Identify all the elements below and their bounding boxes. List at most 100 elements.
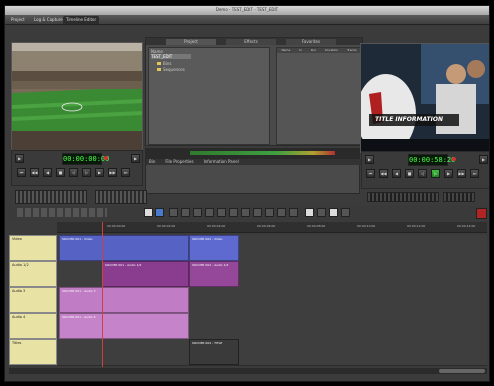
selection-tool-icon[interactable] [144, 208, 153, 217]
mark-in-tool-icon[interactable] [277, 208, 286, 217]
mark-out-tool-icon[interactable] [289, 208, 298, 217]
clip-label: SOCCER 002 - Audio 1/2 [192, 263, 229, 267]
track-patch-controls[interactable] [17, 208, 107, 217]
list-header: Name In Dur Duration Tracks [277, 48, 361, 53]
tab-browser-project[interactable]: Project [166, 39, 216, 45]
track-header-audio-12[interactable]: Audio 1/2 [9, 261, 57, 287]
play-reverse-button[interactable]: ◁ [418, 169, 427, 178]
step-forward-button[interactable]: ▶▶ [108, 168, 117, 177]
marker-tool-icon[interactable] [341, 208, 350, 217]
record-indicator [452, 157, 456, 161]
prev-frame-button[interactable]: ◀ [43, 168, 52, 177]
extract-tool-icon[interactable] [241, 208, 250, 217]
go-to-end-button[interactable]: ⏭ [470, 169, 479, 178]
insert-tool-icon[interactable] [265, 208, 274, 217]
go-to-end-button[interactable]: ⏭ [121, 168, 130, 177]
slide-tool-icon[interactable] [193, 208, 202, 217]
source-channel-indicators-2 [95, 190, 147, 204]
clip-video-2[interactable]: SOCCER 002 - Video [189, 235, 239, 261]
track-header-video[interactable]: Video [9, 235, 57, 261]
next-frame-button[interactable]: ▶ [444, 169, 453, 178]
column-name[interactable]: Name [281, 48, 290, 53]
browser-panel: Project Effects Favorites Name TEST_EDIT… [145, 37, 363, 146]
clip-title[interactable]: SOCCER 002 - TITLE [189, 339, 239, 365]
track-header-audio-3[interactable]: Audio 3 [9, 287, 57, 313]
tab-timeline-editor[interactable]: Timeline Editor [63, 16, 100, 24]
track-name: Video [12, 237, 22, 241]
overwrite-tool-icon[interactable] [253, 208, 262, 217]
clip-label: SOCCER 001 - Audio 1/2 [105, 263, 142, 267]
track-header-titles[interactable]: Titles [9, 339, 57, 365]
record-channel-indicators-2 [443, 192, 475, 202]
tree-item-root[interactable]: TEST_EDIT [151, 54, 191, 59]
track-header-audio-4[interactable]: Audio 4 [9, 313, 57, 339]
record-indicator [104, 156, 108, 160]
record-viewer[interactable]: TITLE INFORMATION [360, 43, 489, 153]
column-in[interactable]: In [299, 48, 302, 53]
play-button-small[interactable]: ▶ [365, 155, 374, 164]
clip-audio3[interactable]: SOCCER 001 - Audio 3 [59, 287, 189, 313]
ruler-label: 00:00:12:00 [407, 224, 426, 228]
ripple-tool-icon[interactable] [205, 208, 214, 217]
slip-tool-icon[interactable] [181, 208, 190, 217]
tab-browser-effects[interactable]: Effects [226, 39, 276, 45]
prev-frame-button[interactable]: ◀ [392, 169, 401, 178]
jog-button[interactable]: ▶ [479, 155, 488, 164]
tab-browser-favorites[interactable]: Favorites [286, 39, 336, 45]
column-duration[interactable]: Duration [325, 48, 338, 53]
clip-audio4[interactable]: SOCCER 001 - Audio 4 [59, 313, 189, 339]
step-back-button[interactable]: ◀◀ [379, 169, 388, 178]
zoom-tool-icon[interactable] [329, 208, 338, 217]
step-back-button[interactable]: ◀◀ [30, 168, 39, 177]
clip-label: SOCCER 002 - TITLE [192, 341, 223, 345]
clip-audio12-1[interactable]: SOCCER 001 - Audio 1/2 [102, 261, 189, 287]
info-panel: Bin File Properties Information Panel [145, 158, 362, 194]
clip-audio12-2[interactable]: SOCCER 002 - Audio 1/2 [189, 261, 239, 287]
bin-contents-list[interactable]: Name In Dur Duration Tracks [276, 47, 362, 145]
tree-item-bins[interactable]: Bins [157, 61, 171, 66]
column-dur[interactable]: Dur [311, 48, 316, 53]
playhead[interactable] [102, 222, 103, 367]
tree-item-label: TEST_EDIT [151, 54, 173, 59]
timeline-scrollbar[interactable] [9, 368, 487, 374]
browser-tabs: Project Effects Favorites [146, 38, 362, 45]
record-timecode: 00:00:58:20 [408, 154, 456, 166]
razor-tool-icon[interactable] [169, 208, 178, 217]
soccer-stadium-image [12, 43, 142, 151]
source-viewer[interactable] [11, 42, 143, 152]
play-reverse-button[interactable]: ◁ [69, 168, 78, 177]
clip-video-1[interactable]: SOCCER 001 - Video [59, 235, 189, 261]
stop-button[interactable]: ■ [56, 168, 65, 177]
next-frame-button[interactable]: ▶ [95, 168, 104, 177]
trim-tool-icon[interactable] [155, 208, 164, 217]
track-name: Audio 4 [12, 315, 26, 319]
audio-level-meter [190, 151, 335, 155]
play-button[interactable]: ▷ [82, 168, 91, 177]
record-toggle-button[interactable] [476, 208, 487, 219]
go-to-start-button[interactable]: ⏮ [366, 169, 375, 178]
info-column-properties: File Properties [165, 159, 194, 164]
play-button-small[interactable]: ▶ [15, 154, 24, 163]
folder-icon [157, 62, 161, 65]
snap-tool-icon[interactable] [305, 208, 314, 217]
jog-button[interactable]: ▶ [131, 154, 140, 163]
column-tracks[interactable]: Tracks [347, 48, 356, 53]
stop-button[interactable]: ■ [405, 169, 414, 178]
tree-item-sequences[interactable]: Sequences [157, 67, 185, 72]
go-to-start-button[interactable]: ⏮ [17, 168, 26, 177]
info-column-information: Information Panel [203, 159, 239, 164]
tab-project[interactable]: Project [8, 16, 28, 24]
project-tree[interactable]: Name TEST_EDIT Bins Sequences [148, 47, 270, 145]
ruler-label: 00:00:14:00 [457, 224, 476, 228]
link-tool-icon[interactable] [317, 208, 326, 217]
tab-log-capture[interactable]: Log & Capture [31, 16, 66, 24]
timeline-ruler[interactable]: 00:00:00:00 00:00:02:00 00:00:04:00 00:0… [57, 222, 487, 233]
roll-tool-icon[interactable] [217, 208, 226, 217]
step-forward-button[interactable]: ▶▶ [457, 169, 466, 178]
title-overlay: TITLE INFORMATION [375, 116, 443, 123]
ruler-label: 00:00:10:00 [357, 224, 376, 228]
scrollbar-thumb[interactable] [439, 369, 485, 373]
lift-tool-icon[interactable] [229, 208, 238, 217]
play-button[interactable]: ▷ [431, 169, 440, 178]
track-row-titles[interactable] [57, 339, 487, 366]
